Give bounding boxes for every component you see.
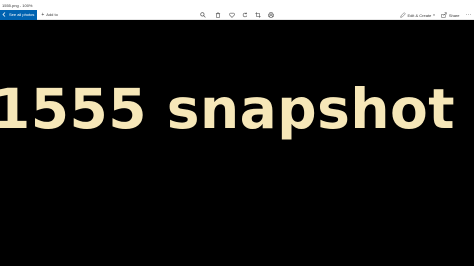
share-label: Share — [448, 12, 460, 18]
bottom-strip — [0, 253, 474, 266]
image-text: 1555 snapshot too — [0, 77, 474, 141]
toolbar-right-group: Edit & Create ▾ Share ··· — [399, 10, 473, 20]
favorite-icon[interactable] — [228, 10, 236, 20]
see-all-photos-button[interactable]: See all photos — [0, 9, 38, 20]
see-all-photos-label: See all photos — [9, 12, 35, 17]
window-title: 1555.png - 100% — [2, 2, 33, 8]
add-to-label: Add to — [46, 12, 58, 17]
more-icon: ··· — [465, 12, 472, 18]
delete-icon[interactable] — [214, 10, 222, 20]
plus-icon: + — [41, 11, 45, 18]
rotate-icon[interactable] — [241, 10, 249, 20]
image-canvas: 1555 snapshot too — [0, 21, 474, 253]
edit-create-label: Edit & Create — [407, 12, 432, 18]
title-bar: 1555.png - 100% — [0, 0, 474, 10]
edit-create-button[interactable]: Edit & Create ▾ — [399, 12, 435, 18]
back-arrow-icon — [2, 12, 6, 17]
add-to-button[interactable]: + Add to — [37, 10, 62, 20]
more-options-button[interactable]: ··· — [466, 12, 473, 18]
zoom-icon[interactable] — [199, 10, 207, 20]
print-icon[interactable] — [267, 10, 275, 20]
chevron-down-icon: ▾ — [433, 13, 435, 17]
edit-icon — [399, 12, 406, 18]
share-icon — [441, 12, 447, 18]
crop-icon[interactable] — [254, 10, 262, 20]
share-button[interactable]: Share — [441, 12, 460, 18]
